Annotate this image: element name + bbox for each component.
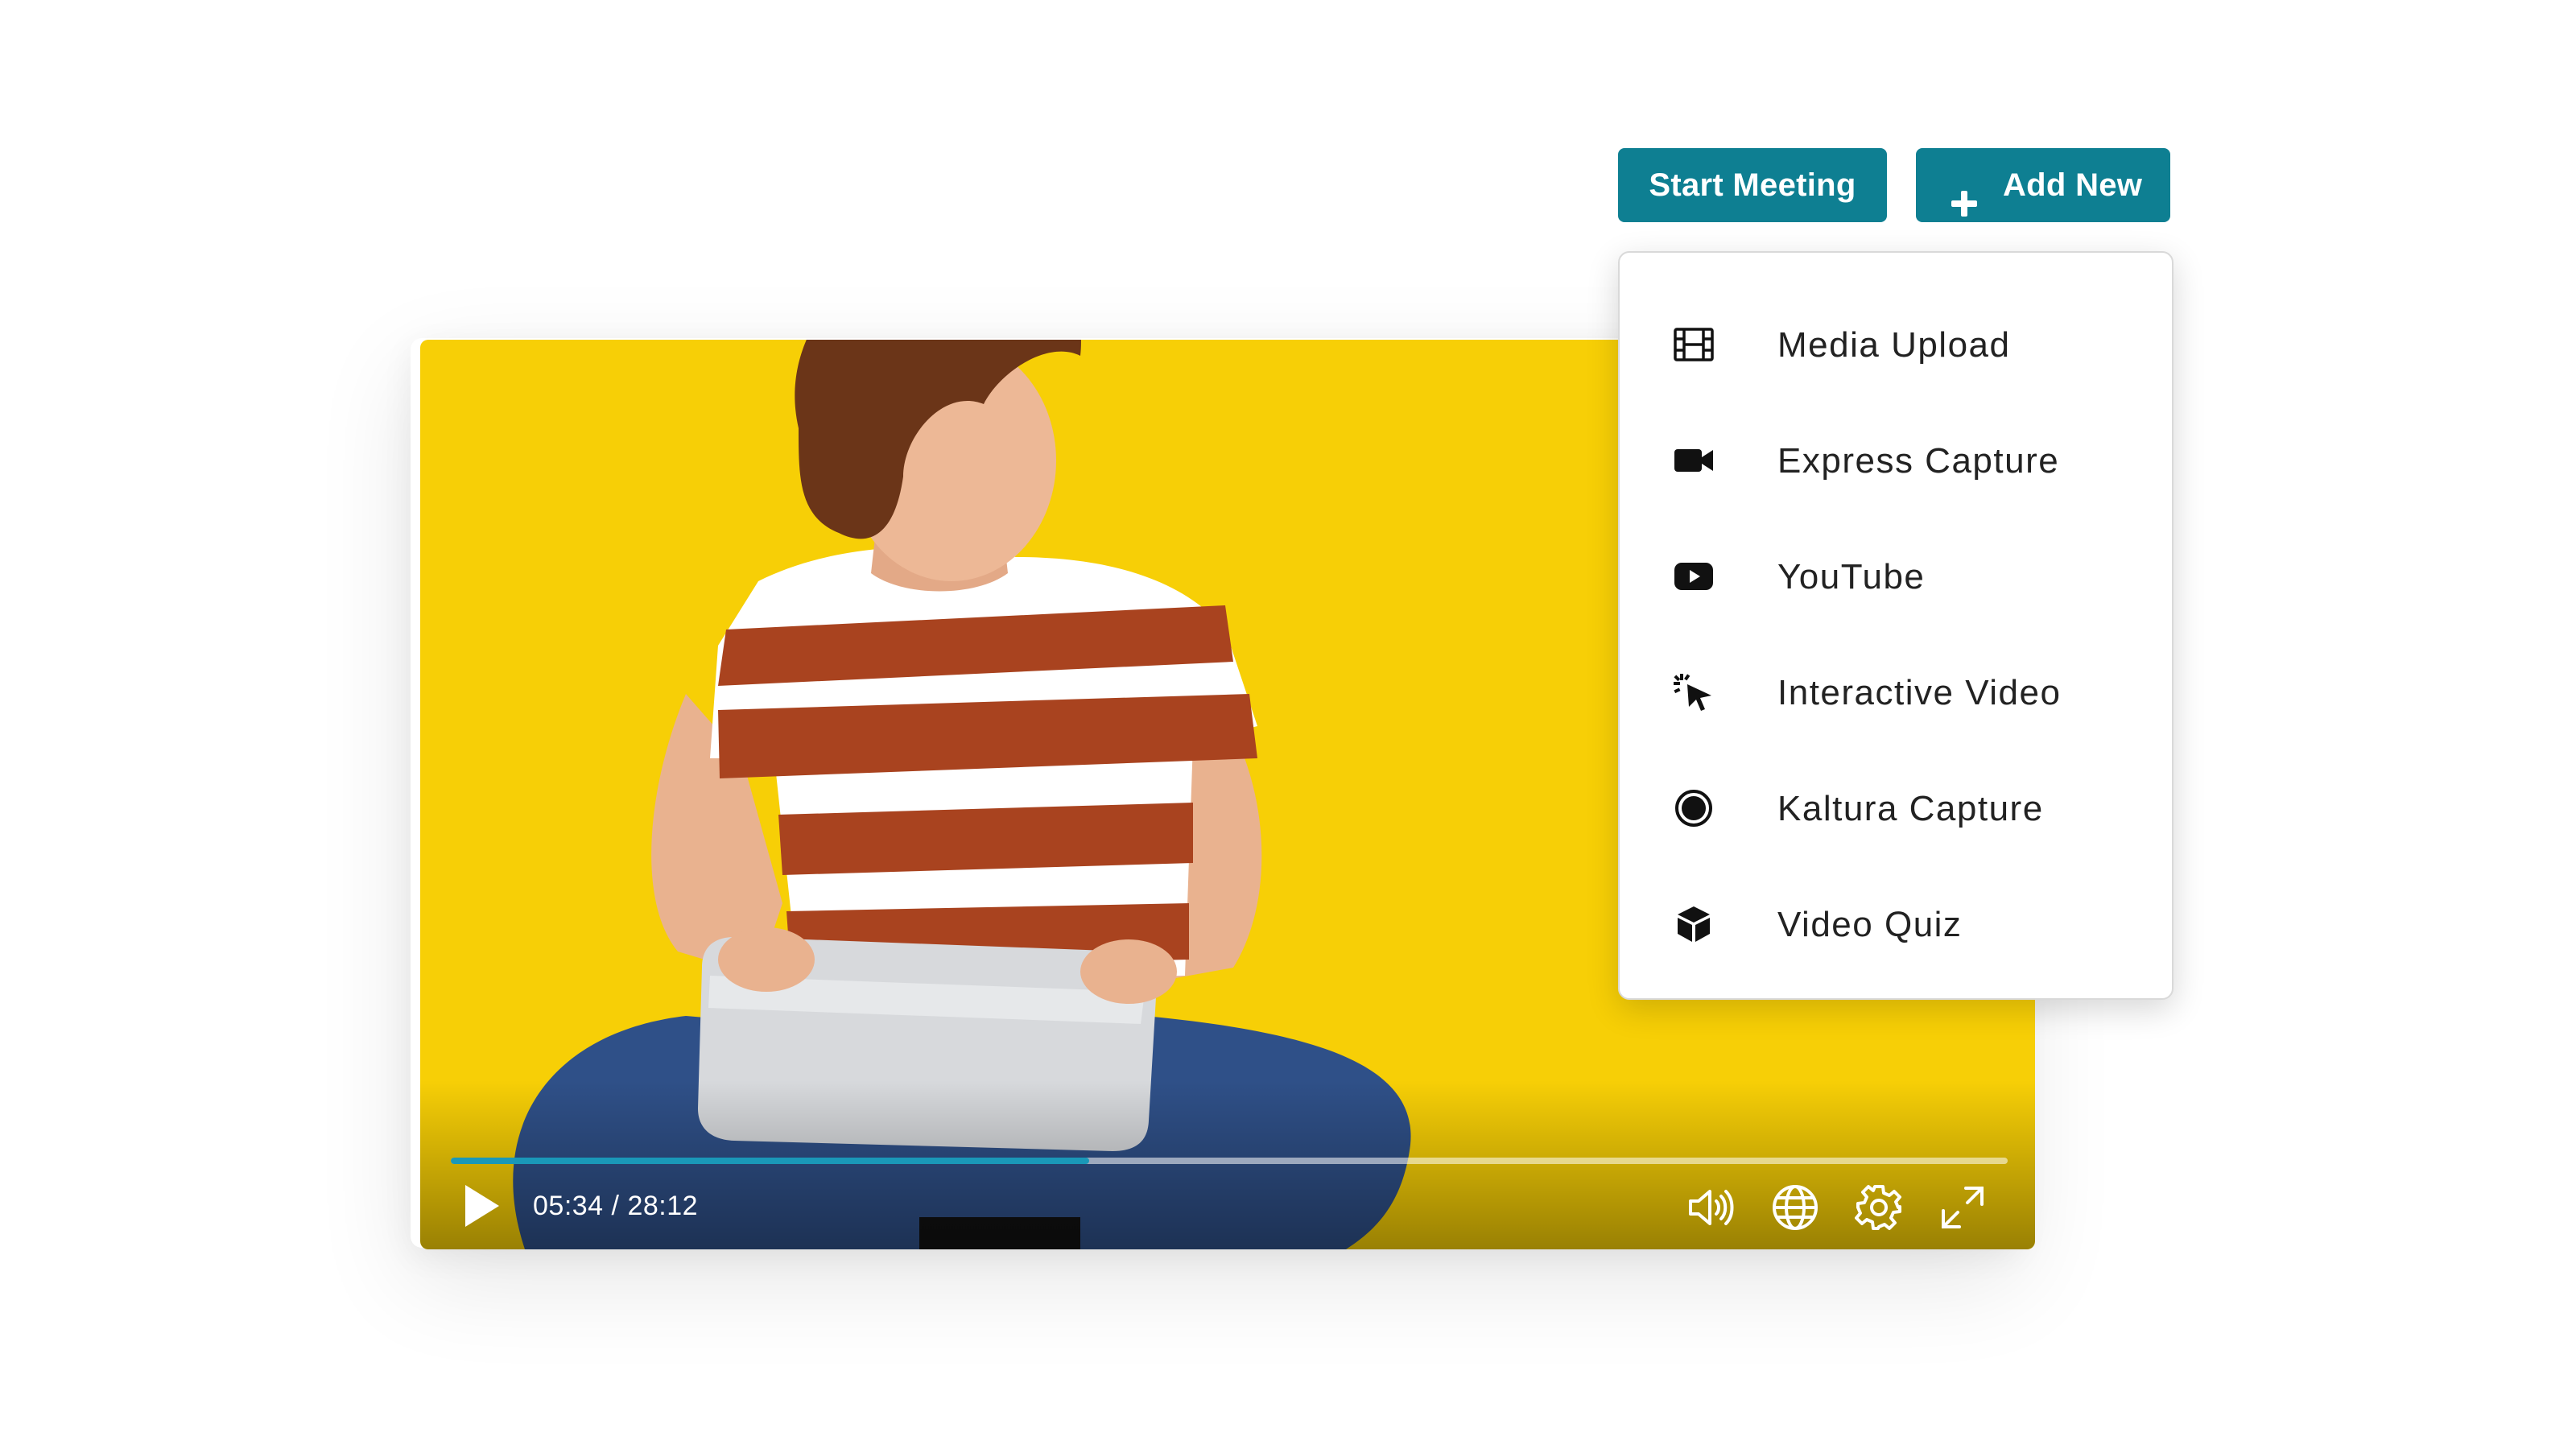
add-new-label: Add New: [2003, 167, 2143, 203]
language-globe-icon[interactable]: [1769, 1182, 1821, 1233]
menu-item-media-upload[interactable]: Media Upload: [1620, 295, 2172, 391]
menu-item-label: Video Quiz: [1777, 905, 1963, 944]
menu-item-label: Interactive Video: [1777, 673, 2062, 712]
menu-item-express-capture[interactable]: Express Capture: [1620, 411, 2172, 507]
progress-bar[interactable]: [451, 1158, 2008, 1164]
menu-item-label: Kaltura Capture: [1777, 789, 2044, 828]
progress-fill: [451, 1158, 1089, 1164]
start-meeting-button[interactable]: Start Meeting: [1618, 148, 1887, 222]
menu-item-label: YouTube: [1777, 557, 1926, 597]
plus-icon: [1950, 171, 1979, 217]
time-separator: /: [611, 1191, 620, 1221]
video-camera-icon: [1673, 440, 1715, 481]
settings-gear-icon[interactable]: [1853, 1182, 1905, 1233]
fullscreen-icon[interactable]: [1937, 1182, 1988, 1233]
start-meeting-label: Start Meeting: [1649, 167, 1856, 203]
menu-item-label: Media Upload: [1777, 325, 2011, 365]
add-new-dropdown: Media Upload Express Capture YouTube Int…: [1618, 251, 2174, 1000]
menu-item-interactive-video[interactable]: Interactive Video: [1620, 642, 2172, 739]
click-cursor-icon: [1673, 671, 1715, 713]
play-icon[interactable]: [460, 1182, 502, 1230]
youtube-icon: [1673, 555, 1715, 597]
record-icon: [1673, 787, 1715, 829]
time-display: 05:34 / 28:12: [533, 1190, 698, 1222]
cube-icon: [1673, 903, 1715, 945]
current-time: 05:34: [533, 1191, 604, 1221]
add-new-button[interactable]: Add New: [1916, 148, 2170, 222]
film-icon: [1673, 324, 1715, 365]
menu-item-kaltura-capture[interactable]: Kaltura Capture: [1620, 758, 2172, 855]
menu-item-video-quiz[interactable]: Video Quiz: [1620, 874, 2172, 971]
duration: 28:12: [627, 1191, 699, 1221]
menu-item-youtube[interactable]: YouTube: [1620, 526, 2172, 623]
menu-item-label: Express Capture: [1777, 441, 2060, 481]
volume-icon[interactable]: [1686, 1182, 1737, 1233]
